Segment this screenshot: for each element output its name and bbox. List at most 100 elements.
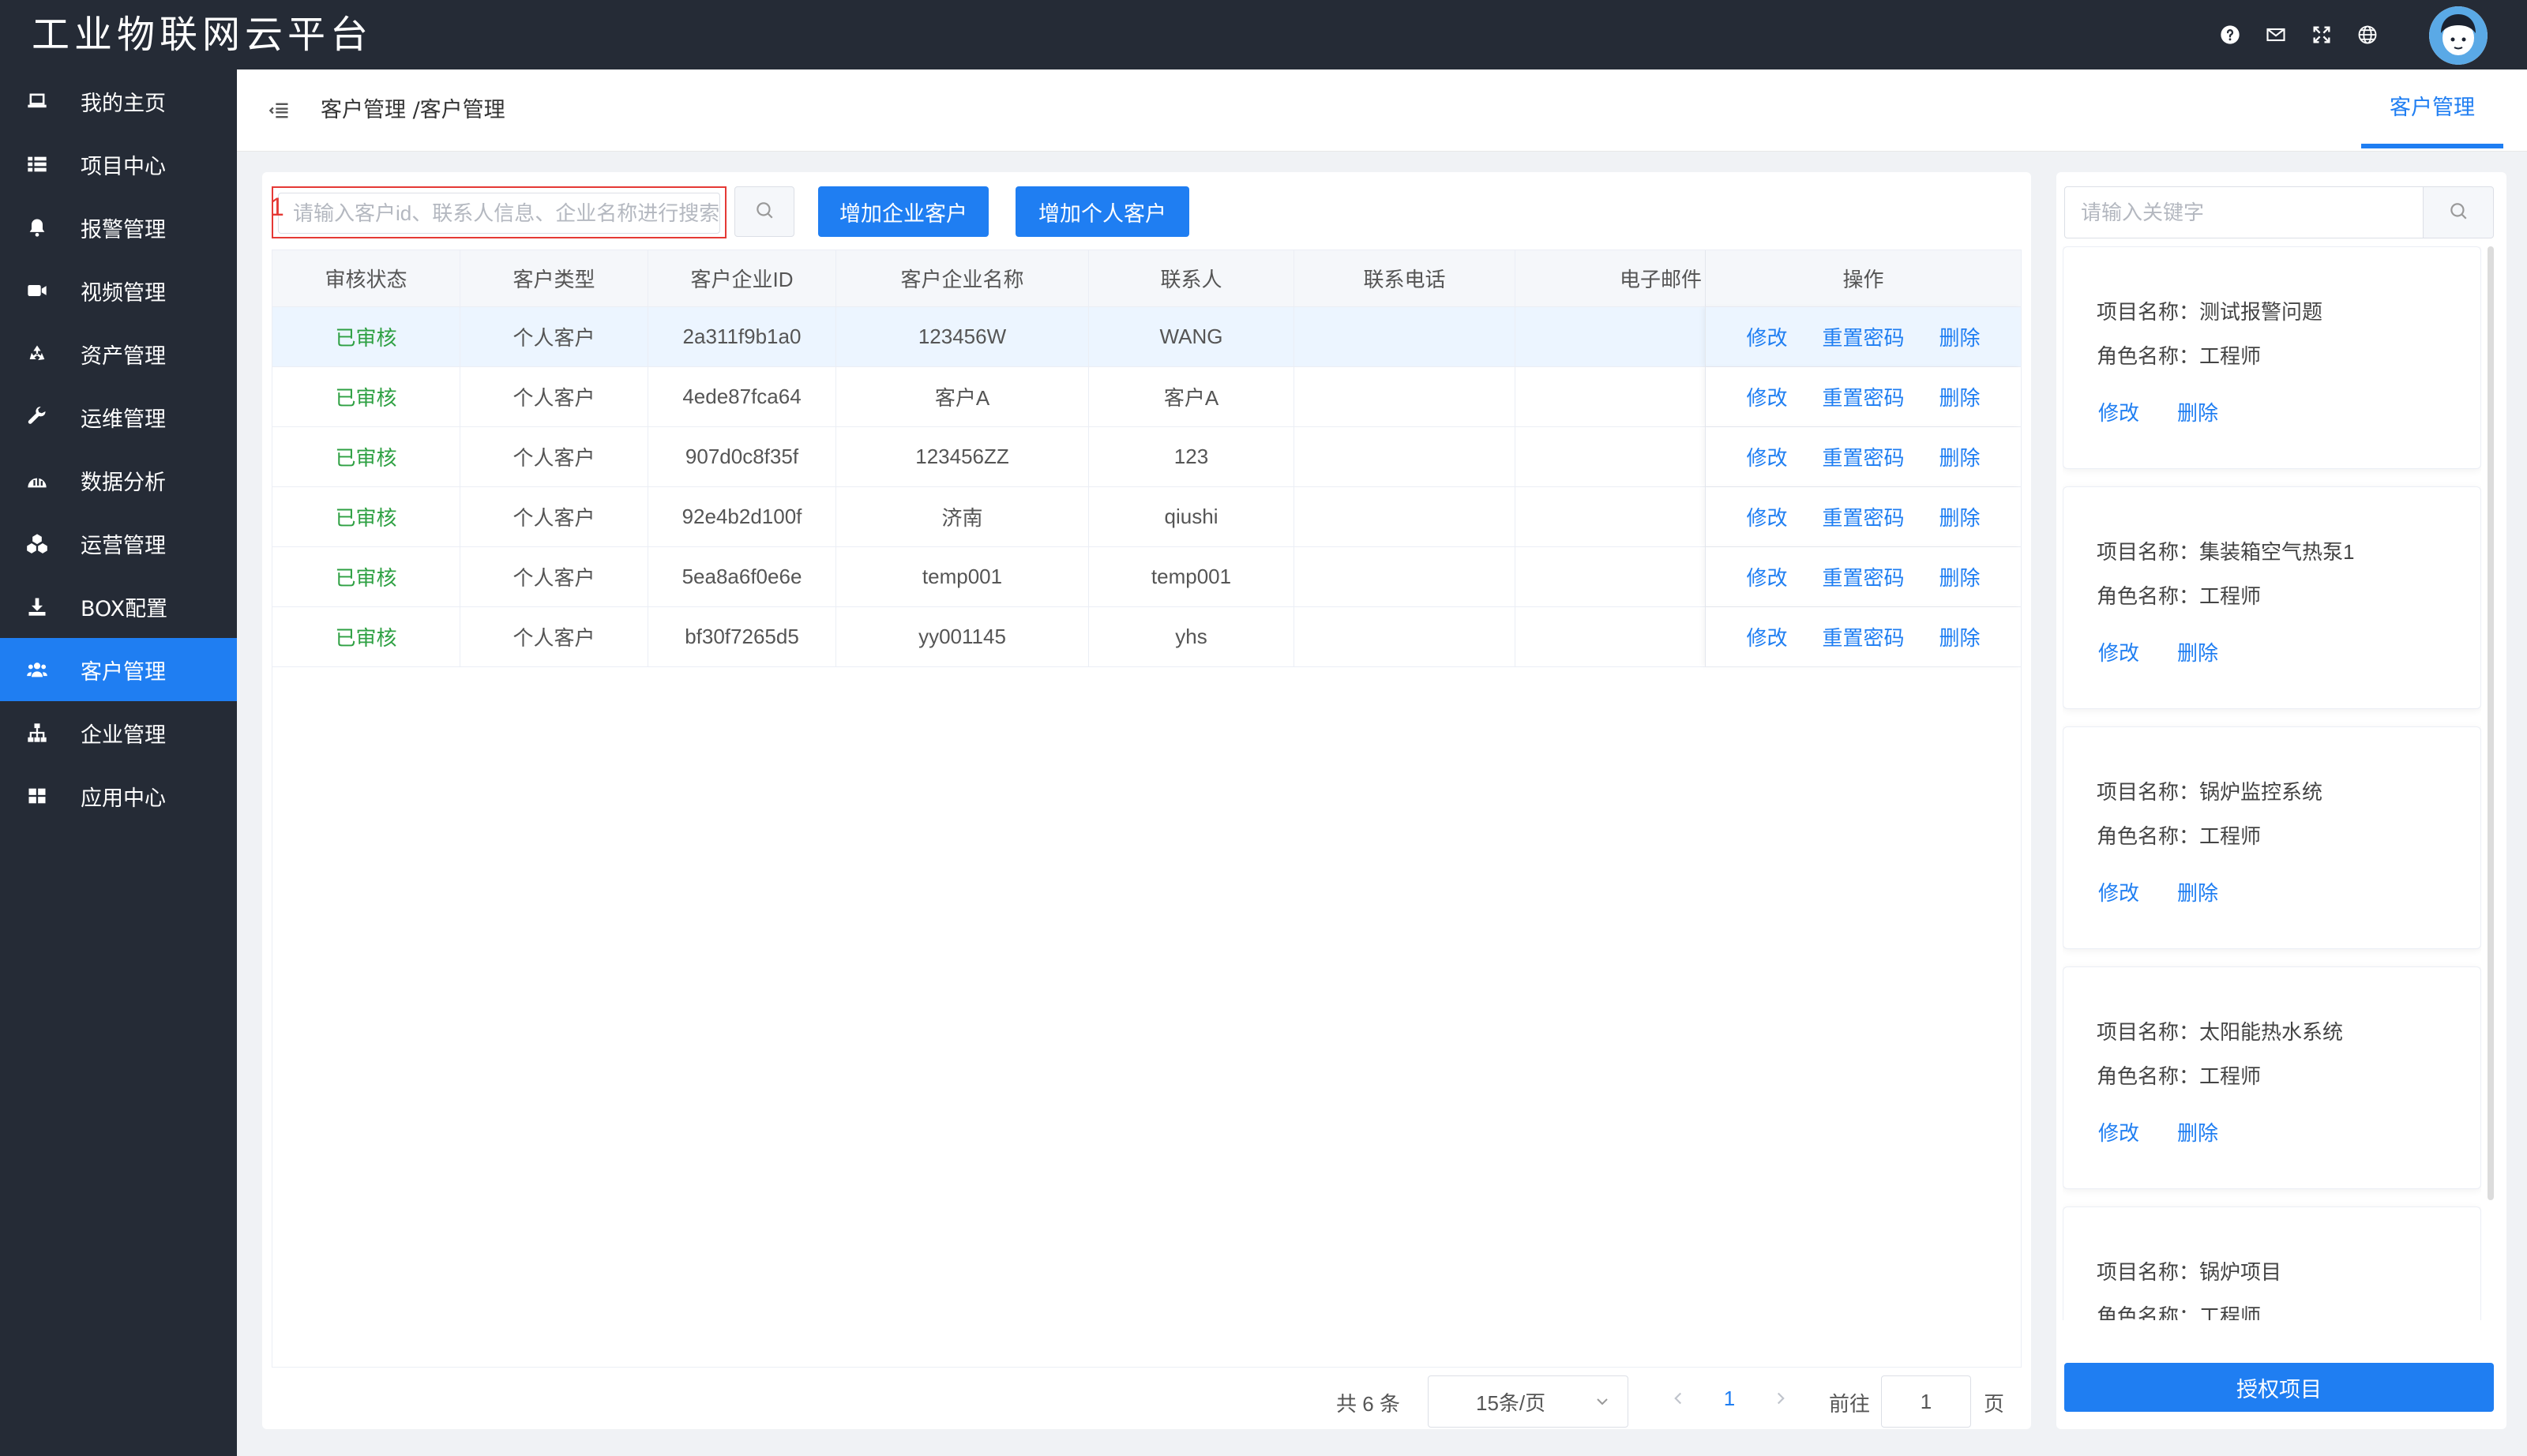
project-edit-link[interactable]: 修改 xyxy=(2098,877,2139,906)
project-edit-link[interactable]: 修改 xyxy=(2098,1117,2139,1146)
keyword-search-input[interactable] xyxy=(2064,186,2424,238)
delete-link[interactable]: 删除 xyxy=(1939,562,1981,591)
reset-password-link[interactable]: 重置密码 xyxy=(1822,382,1904,411)
sidebar-item-analytics[interactable]: 数据分析 xyxy=(0,448,237,512)
search-icon xyxy=(2448,201,2469,224)
authorize-project-button[interactable]: 授权项目 xyxy=(2064,1363,2494,1412)
status-cell: 已审核 xyxy=(272,487,460,546)
breadcrumb: 客户管理 /客户管理 xyxy=(321,98,505,122)
column-header[interactable]: 电子邮件 xyxy=(1515,250,1705,306)
email-cell xyxy=(1515,487,1705,546)
column-header[interactable]: 审核状态 xyxy=(272,250,460,306)
add-enterprise-customer-button[interactable]: 增加企业客户 xyxy=(818,186,989,237)
sidebar-item-maintenance[interactable]: 运维管理 xyxy=(0,385,237,448)
page-size-select[interactable]: 15条/页 xyxy=(1428,1375,1628,1428)
column-header[interactable]: 联系电话 xyxy=(1294,250,1515,306)
edit-link[interactable]: 修改 xyxy=(1746,442,1787,471)
id-cell: 2a311f9b1a0 xyxy=(648,307,836,366)
column-header[interactable]: 客户类型 xyxy=(460,250,648,306)
delete-link[interactable]: 删除 xyxy=(1939,382,1981,411)
next-page-button[interactable] xyxy=(1769,1388,1793,1412)
delete-link[interactable]: 删除 xyxy=(1939,442,1981,471)
edit-link[interactable]: 修改 xyxy=(1746,622,1787,651)
keyword-search-button[interactable] xyxy=(2423,186,2494,238)
fullscreen-icon[interactable] xyxy=(2311,24,2333,46)
delete-link[interactable]: 删除 xyxy=(1939,322,1981,351)
sidebar-item-enterprises[interactable]: 企业管理 xyxy=(0,701,237,764)
menu-collapse-icon[interactable] xyxy=(268,99,291,122)
type-cell: 个人客户 xyxy=(460,367,648,426)
project-card: 项目名称：太阳能热水系统 角色名称：工程师 修改 删除 xyxy=(2063,966,2481,1189)
sidebar-item-label: 资产管理 xyxy=(81,343,166,369)
id-cell: 907d0c8f35f xyxy=(648,427,836,486)
goto-page-input[interactable] xyxy=(1881,1375,1971,1428)
customer-table: 审核状态 客户类型 客户企业ID 客户企业名称 联系人 联系电话 电子邮件 操作… xyxy=(272,250,2022,1368)
sidebar-item-customers[interactable]: 客户管理 xyxy=(0,638,237,701)
role-name-value: 工程师 xyxy=(2199,824,2262,848)
type-cell: 个人客户 xyxy=(460,427,648,486)
table-row[interactable]: 已审核 个人客户 2a311f9b1a0 123456W WANG 修改 重置密… xyxy=(272,307,2021,367)
table-row[interactable]: 已审核 个人客户 5ea8a6f0e6e temp001 temp001 修改 … xyxy=(272,547,2021,607)
project-name-label: 项目名称： xyxy=(2097,540,2200,564)
column-header[interactable]: 客户企业ID xyxy=(648,250,836,306)
sidebar-item-operations[interactable]: 运营管理 xyxy=(0,512,237,575)
project-delete-link[interactable]: 删除 xyxy=(2177,877,2218,906)
edit-link[interactable]: 修改 xyxy=(1746,502,1787,531)
role-name-line: 角色名称：工程师 xyxy=(2097,580,2261,610)
laptop-icon xyxy=(25,89,49,113)
column-header[interactable]: 联系人 xyxy=(1089,250,1294,306)
id-cell: 92e4b2d100f xyxy=(648,487,836,546)
customer-search-button[interactable] xyxy=(734,186,794,237)
edit-link[interactable]: 修改 xyxy=(1746,382,1787,411)
phone-cell xyxy=(1294,487,1515,546)
sidebar-item-apps[interactable]: 应用中心 xyxy=(0,764,237,827)
sidebar-item-box-config[interactable]: BOX配置 xyxy=(0,575,237,638)
table-row[interactable]: 已审核 个人客户 907d0c8f35f 123456ZZ 123 修改 重置密… xyxy=(272,427,2021,487)
sidebar-item-home[interactable]: 我的主页 xyxy=(0,69,237,133)
edit-link[interactable]: 修改 xyxy=(1746,562,1787,591)
users-icon xyxy=(25,658,49,681)
role-name-value: 工程师 xyxy=(2199,344,2262,368)
role-name-label: 角色名称： xyxy=(2097,1304,2200,1320)
table-row[interactable]: 已审核 个人客户 92e4b2d100f 济南 qiushi 修改 重置密码 删… xyxy=(272,487,2021,547)
edit-link[interactable]: 修改 xyxy=(1746,322,1787,351)
name-cell: temp001 xyxy=(836,547,1089,606)
project-list-scrollbar[interactable] xyxy=(2488,246,2494,1200)
sidebar-item-alarms[interactable]: 报警管理 xyxy=(0,196,237,259)
table-row[interactable]: 已审核 个人客户 bf30f7265d5 yy001145 yhs 修改 重置密… xyxy=(272,607,2021,667)
column-header[interactable]: 客户企业名称 xyxy=(836,250,1089,306)
bell-icon xyxy=(25,216,49,239)
avatar[interactable] xyxy=(2429,6,2488,65)
delete-link[interactable]: 删除 xyxy=(1939,622,1981,651)
prev-page-button[interactable] xyxy=(1666,1388,1690,1412)
id-cell: bf30f7265d5 xyxy=(648,607,836,666)
customer-search-input[interactable] xyxy=(278,193,720,234)
reset-password-link[interactable]: 重置密码 xyxy=(1822,322,1904,351)
sidebar-item-assets[interactable]: 资产管理 xyxy=(0,322,237,385)
tab-label: 客户管理 xyxy=(2390,96,2475,120)
delete-link[interactable]: 删除 xyxy=(1939,502,1981,531)
table-row[interactable]: 已审核 个人客户 4ede87fca64 客户A 客户A 修改 重置密码 删除 xyxy=(272,367,2021,427)
reset-password-link[interactable]: 重置密码 xyxy=(1822,442,1904,471)
reset-password-link[interactable]: 重置密码 xyxy=(1822,622,1904,651)
project-edit-link[interactable]: 修改 xyxy=(2098,397,2139,426)
mail-icon[interactable] xyxy=(2265,24,2287,46)
tab-customer-management[interactable]: 客户管理 xyxy=(2361,69,2503,148)
add-personal-customer-button[interactable]: 增加个人客户 xyxy=(1016,186,1189,237)
row-actions: 修改 重置密码 删除 xyxy=(1705,307,2021,366)
phone-cell xyxy=(1294,547,1515,606)
page-number-current[interactable]: 1 xyxy=(1722,1387,1737,1411)
sidebar-item-video[interactable]: 视频管理 xyxy=(0,259,237,322)
project-delete-link[interactable]: 删除 xyxy=(2177,1117,2218,1146)
reset-password-link[interactable]: 重置密码 xyxy=(1822,502,1904,531)
row-actions: 修改 重置密码 删除 xyxy=(1705,427,2021,486)
project-edit-link[interactable]: 修改 xyxy=(2098,637,2139,666)
sidebar-item-projects[interactable]: 项目中心 xyxy=(0,133,237,196)
globe-icon[interactable] xyxy=(2356,24,2379,46)
project-delete-link[interactable]: 删除 xyxy=(2177,637,2218,666)
reset-password-link[interactable]: 重置密码 xyxy=(1822,562,1904,591)
name-cell: 客户A xyxy=(836,367,1089,426)
project-delete-link[interactable]: 删除 xyxy=(2177,397,2218,426)
name-cell: yy001145 xyxy=(836,607,1089,666)
help-icon[interactable] xyxy=(2219,24,2241,46)
